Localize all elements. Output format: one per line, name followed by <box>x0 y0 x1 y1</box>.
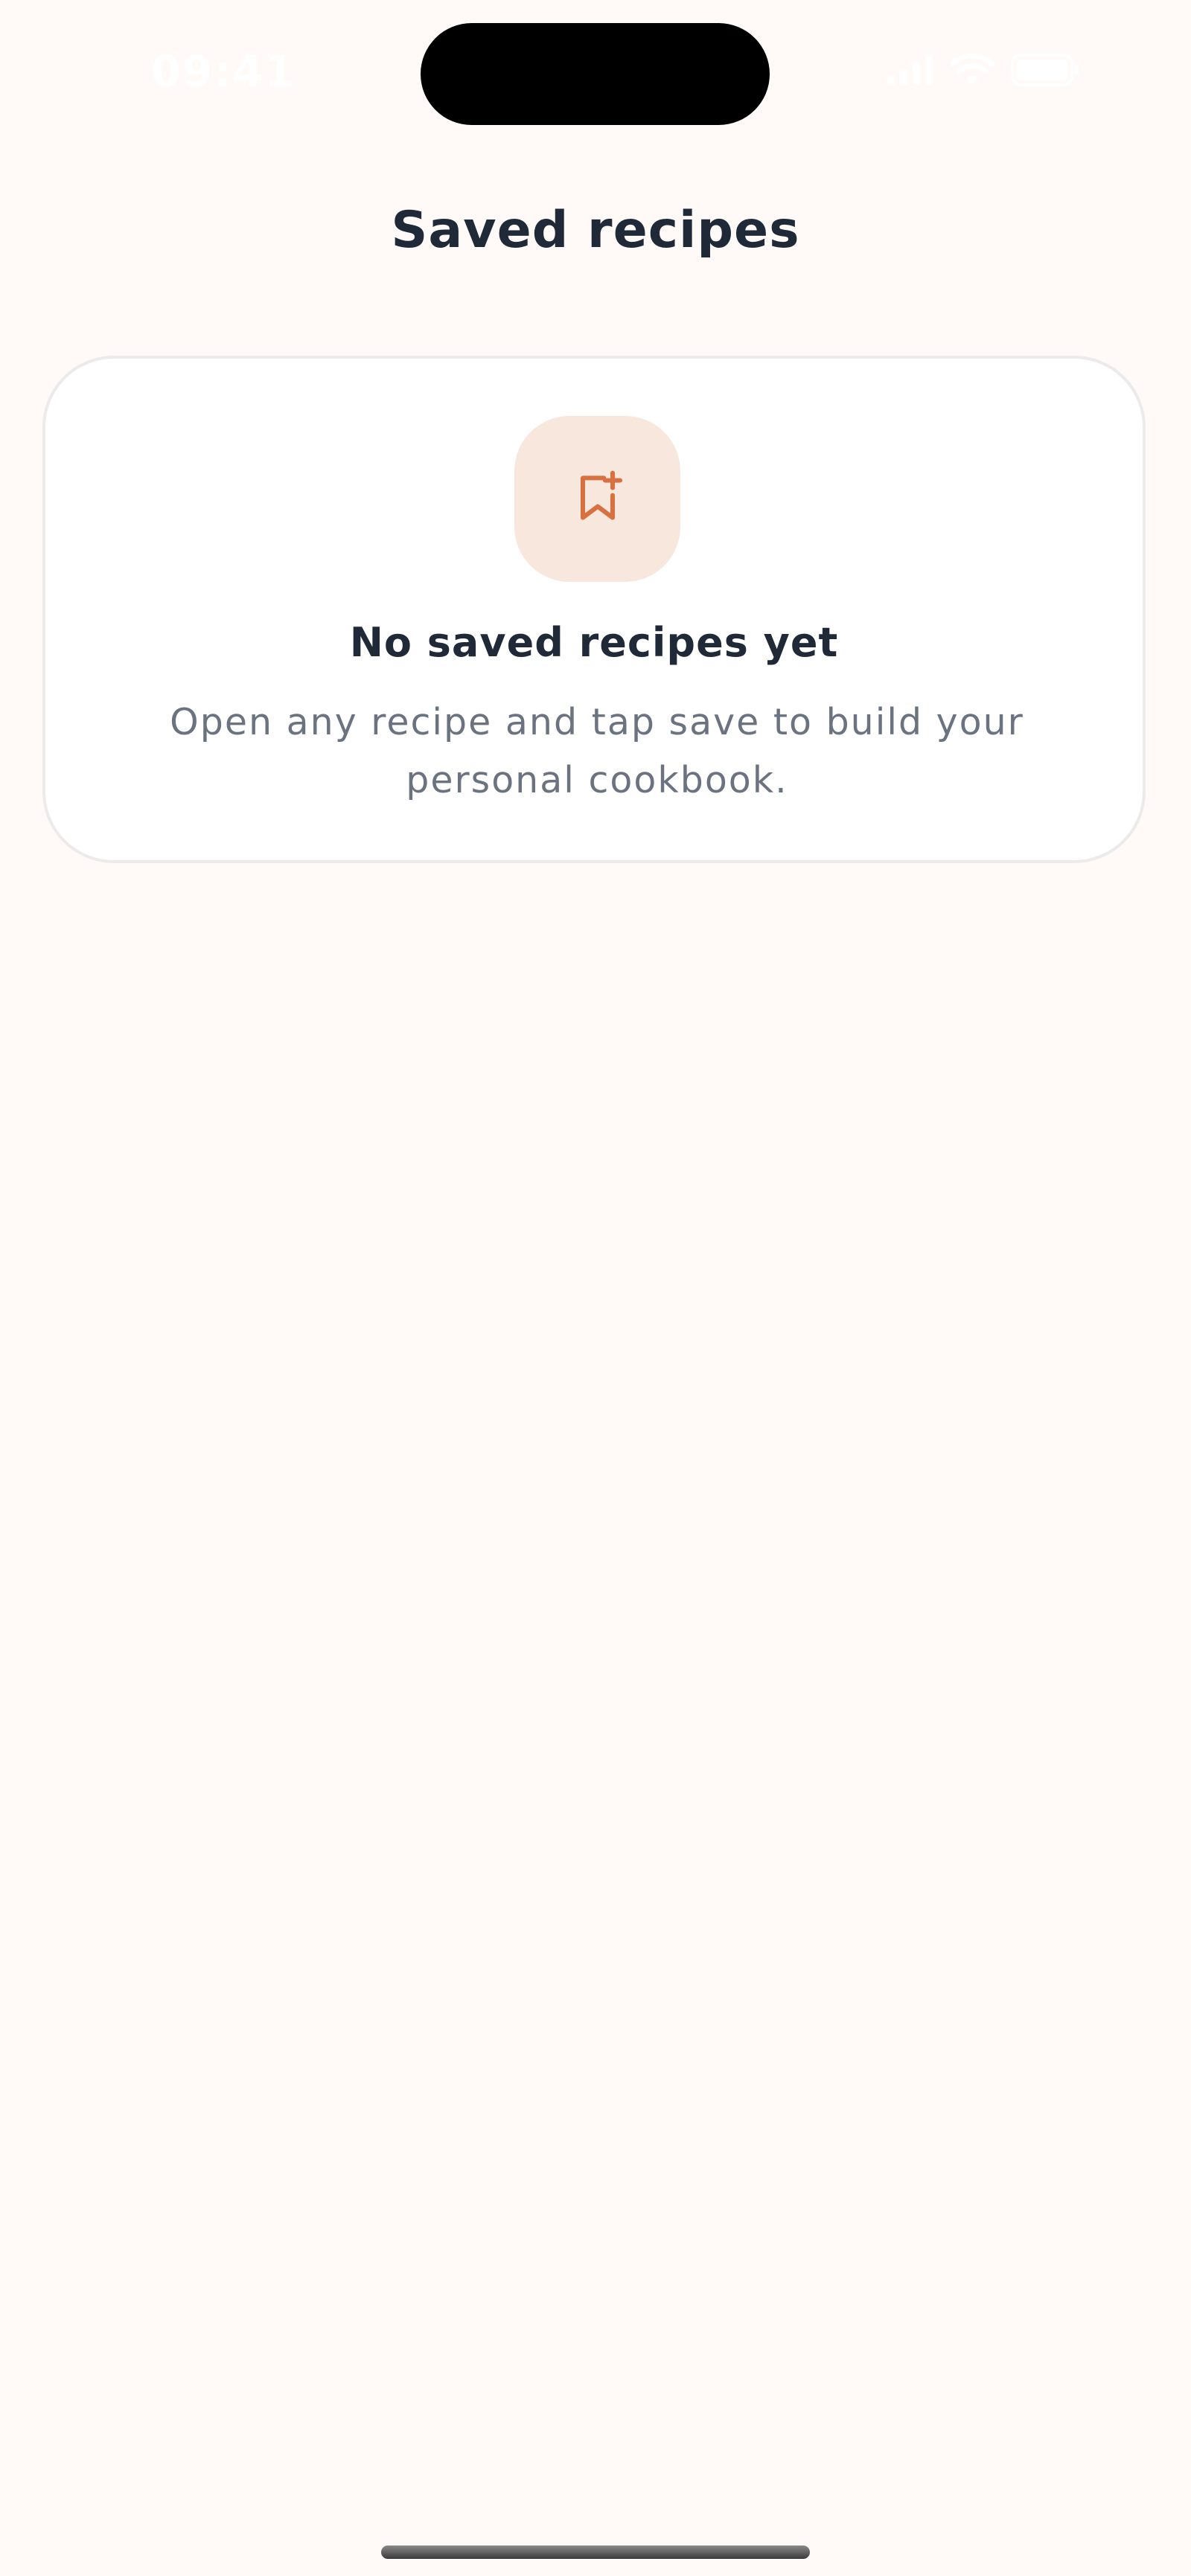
page-title: Saved recipes <box>391 201 800 260</box>
empty-state-card: No saved recipes yet Open any recipe and… <box>42 356 1146 863</box>
battery-icon <box>1011 54 1079 86</box>
wifi-icon <box>950 54 994 86</box>
status-time: 09:41 <box>150 46 296 97</box>
empty-state-icon-tile <box>514 416 680 582</box>
home-indicator[interactable] <box>381 2545 810 2559</box>
status-icons <box>887 54 1079 86</box>
status-bar: 09:41 <box>0 0 1191 149</box>
empty-state-message: Open any recipe and tap save to build yo… <box>170 701 1024 801</box>
cellular-signal-icon <box>887 55 933 85</box>
bookmark-plus-icon <box>568 468 628 531</box>
empty-state-title: No saved recipes yet <box>349 619 839 666</box>
dynamic-island <box>421 23 770 125</box>
